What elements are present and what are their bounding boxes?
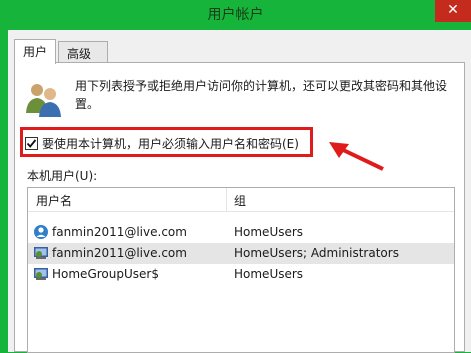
listview-header: 用户名 组: [28, 188, 454, 212]
title-bar: 用户帐户 ✕: [0, 0, 471, 30]
local-users-label: 本机用户(U):: [27, 169, 98, 183]
admin-user-icon: [34, 247, 48, 259]
admin-user-icon: [34, 268, 48, 280]
row-username: fanmin2011@live.com: [52, 225, 187, 239]
table-row[interactable]: HomeGroupUser$ HomeUsers: [28, 264, 454, 285]
row-group: HomeUsers: [234, 225, 304, 239]
column-divider: [226, 188, 227, 212]
users-tab-panel: 用下列表授予或拒绝用户访问你的计算机，还可以更改其密码和其他设置。 要使用本计算…: [14, 62, 465, 353]
row-group: HomeUsers; Administrators: [234, 246, 399, 260]
tab-advanced[interactable]: 高级: [58, 41, 108, 63]
table-row[interactable]: fanmin2011@live.com HomeUsers: [28, 222, 454, 243]
row-username: fanmin2011@live.com: [52, 246, 187, 260]
users-listview[interactable]: 用户名 组 fanmin2011@live.com HomeUsers fanm…: [27, 187, 455, 353]
column-header-group[interactable]: 组: [234, 192, 246, 209]
close-button[interactable]: ✕: [435, 0, 471, 22]
table-row[interactable]: fanmin2011@live.com HomeUsers; Administr…: [28, 243, 454, 264]
row-username: HomeGroupUser$: [52, 267, 159, 281]
row-group: HomeUsers: [234, 267, 304, 281]
dialog-body: 用户 高级 用下列表授予或拒绝用户访问你的计算机，还可以更改其密码和其他设置。 …: [8, 30, 471, 353]
window-title: 用户帐户: [207, 7, 264, 23]
annotation-arrow-icon: [329, 142, 384, 171]
online-user-icon: [34, 225, 48, 239]
description-text: 用下列表授予或拒绝用户访问你的计算机，还可以更改其密码和其他设置。: [75, 79, 448, 111]
column-header-username[interactable]: 用户名: [36, 192, 72, 209]
tab-users[interactable]: 用户: [14, 39, 56, 64]
users-icon: [26, 84, 61, 117]
highlight-box: [20, 127, 313, 157]
